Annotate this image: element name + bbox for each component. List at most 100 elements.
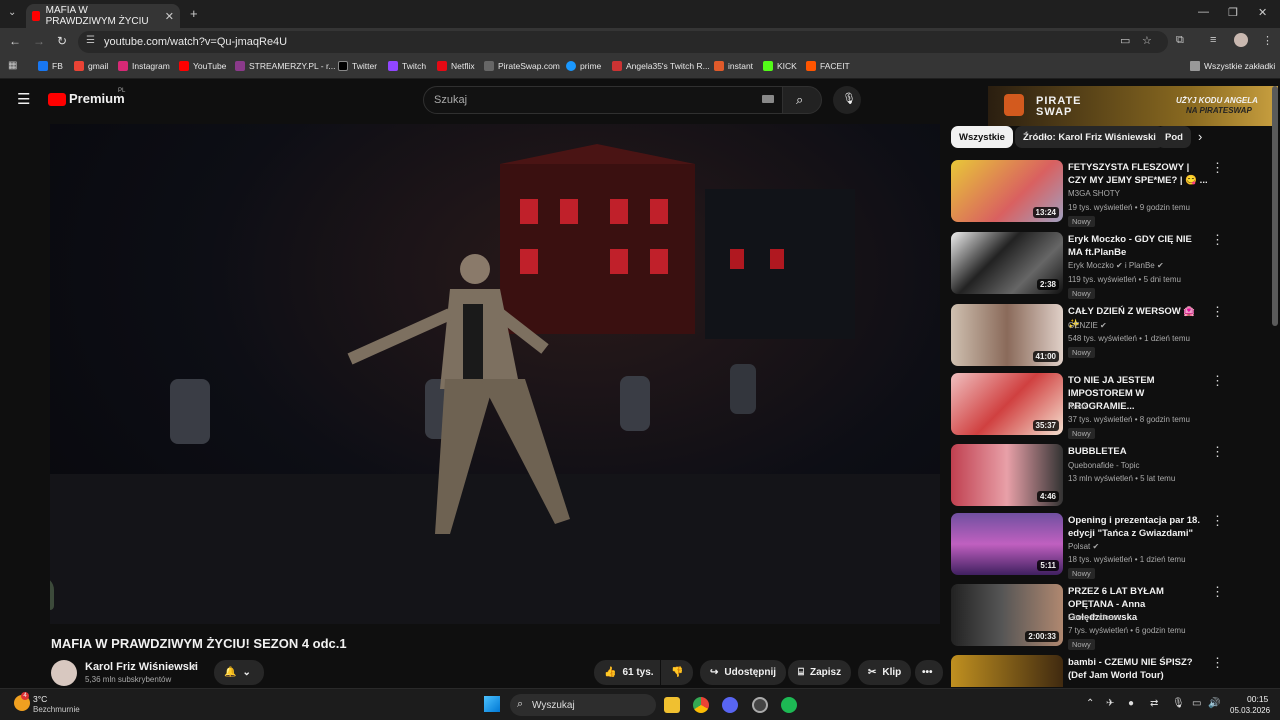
volume-icon[interactable]: 🔊 [1208,698,1220,709]
rec-title[interactable]: bambi - CZEMU NIE ŚPISZ? (Def Jam World … [1068,656,1208,682]
video-thumbnail[interactable]: 5:11 [951,513,1063,575]
clock-time[interactable]: 00:15 [1247,694,1268,704]
premium-logo-text[interactable]: Premium [69,91,125,106]
rec-title[interactable]: Opening i prezentacja par 18. edycji "Ta… [1068,514,1208,540]
bookmark-kick[interactable]: KICK [763,61,797,71]
channel-name[interactable]: Karol Friz Wiśniewski [85,661,198,673]
address-bar[interactable]: ☰ youtube.com/watch?v=Qu-jmaqRe4U ▭ ☆ [78,31,1168,53]
bookmark-gmail[interactable]: gmail [74,61,108,71]
tray-icon-3[interactable]: ⇄ [1150,698,1158,709]
bookmark-netflix[interactable]: Netflix [437,61,475,71]
rec-channel[interactable]: Quebonafide - Topic [1068,461,1139,470]
video-player[interactable]: 12 [50,124,940,624]
recommendation-card[interactable]: 41:00 CAŁY DZIEŃ Z WERSOW 🏩 ✨ GENZIE ✔ 5… [951,304,1271,368]
more-actions-button[interactable]: ••• [915,660,943,685]
bookmark-fb[interactable]: FB [38,61,63,71]
page-scrollbar[interactable] [1272,86,1278,326]
chrome-icon[interactable] [693,697,709,713]
back-icon[interactable]: ← [9,34,21,48]
rec-title[interactable]: Eryk Moczko - GDY CIĘ NIE MA ft.PlanBe [1068,233,1208,259]
menu-dots-icon[interactable]: ⋮ [1262,34,1273,47]
all-bookmarks-folder[interactable]: Wszystkie zakładki [1190,61,1275,71]
microphone-tray-icon[interactable]: 🎙 [1172,698,1185,709]
cast-icon[interactable]: ▭ [1120,34,1130,47]
window-close-icon[interactable]: ✕ [1258,6,1267,19]
clip-button[interactable]: ✂ Klip [858,660,912,685]
bookmark-streamerzy[interactable]: STREAMERZY.PL - r... [235,61,335,71]
rec-menu-icon[interactable]: ⋮ [1211,373,1224,389]
bookmark-prime[interactable]: prime [566,61,601,71]
tray-chevron-icon[interactable]: ⌃ [1086,698,1094,709]
profile-avatar[interactable] [1234,33,1248,47]
extensions-icon[interactable]: ⧉ [1176,34,1184,47]
bookmark-instagram[interactable]: Instagram [118,61,170,71]
rec-channel[interactable]: M3GA SHOTY [1068,189,1120,198]
site-info-icon[interactable]: ☰ [86,35,95,46]
save-button[interactable]: ⌸ Zapisz [788,660,852,685]
weather-temp[interactable]: 3°C [33,694,47,704]
rec-channel[interactable]: Eryk Moczko ✔ i PlanBe ✔ [1068,261,1164,270]
recommendation-card[interactable]: 35:37 TO NIE JA JESTEM IMPOSTOREM W PROG… [951,373,1271,439]
reload-icon[interactable]: ↻ [57,34,67,48]
rec-menu-icon[interactable]: ⋮ [1211,513,1224,529]
rec-menu-icon[interactable]: ⋮ [1211,655,1224,671]
rec-title[interactable]: FETYSZYSTA FLESZOWY | CZY MY JEMY SPE*ME… [1068,161,1208,187]
network-icon[interactable]: ▭ [1192,698,1201,709]
video-thumbnail[interactable]: 2:38 [951,232,1063,294]
voice-search-button[interactable]: 🎙 [833,86,861,114]
close-tab-icon[interactable]: ✕ [165,10,174,23]
rec-menu-icon[interactable]: ⋮ [1211,304,1224,320]
maximize-icon[interactable]: ❐ [1228,6,1238,19]
bookmark-youtube[interactable]: YouTube [179,61,226,71]
recommendation-card[interactable]: 13:24 FETYSZYSTA FLESZOWY | CZY MY JEMY … [951,160,1271,227]
bookmark-pirateswap[interactable]: PirateSwap.com [484,61,560,71]
chips-next-icon[interactable]: › [1198,129,1202,144]
bookmark-instant[interactable]: instant [714,61,753,71]
rec-channel[interactable]: Fomo Podcast. [1068,613,1122,622]
chip-podcasts[interactable]: Pod [1157,126,1191,148]
tray-icon-1[interactable]: ✈ [1106,698,1114,709]
bookmark-twitch[interactable]: Twitch [388,61,426,71]
hamburger-menu-icon[interactable]: ☰ [17,90,30,108]
channel-avatar[interactable] [51,660,77,686]
tray-icon-2[interactable]: ● [1128,698,1134,709]
like-button[interactable]: 👍 61 tys. [594,660,660,685]
recommendation-card[interactable]: 4:46 BUBBLETEA Quebonafide - Topic 13 ml… [951,444,1271,508]
bookmark-faceit[interactable]: FACEIT [806,61,850,71]
file-explorer-icon[interactable] [664,697,680,713]
recommendation-card[interactable]: 5:11 Opening i prezentacja par 18. edycj… [951,513,1271,579]
rec-title[interactable]: TO NIE JA JESTEM IMPOSTOREM W PROGRAMIE.… [1068,374,1208,413]
rec-menu-icon[interactable]: ⋮ [1211,584,1224,600]
dislike-button[interactable]: 👎 [661,660,693,685]
discord-icon[interactable] [722,697,738,713]
chip-source-channel[interactable]: Źródło: Karol Friz Wiśniewski [1015,126,1164,148]
video-thumbnail[interactable] [951,655,1063,687]
rec-channel[interactable]: Kasix [1068,402,1088,411]
video-thumbnail[interactable]: 4:46 [951,444,1063,506]
bookmark-angela-twitch[interactable]: Angela35's Twitch R... [612,61,710,71]
keyboard-icon[interactable] [762,95,774,103]
apps-grid-icon[interactable]: ▦ [8,60,17,71]
video-thumbnail[interactable]: 41:00 [951,304,1063,366]
youtube-logo-icon[interactable] [48,93,66,106]
taskbar-search[interactable]: ⌕ Wyszukaj [510,694,656,716]
clock-date[interactable]: 05.03.2026 [1230,706,1270,715]
bookmark-twitter[interactable]: Twitter [338,61,377,71]
rec-title[interactable]: BUBBLETEA [1068,445,1208,458]
new-tab-icon[interactable]: + [190,6,198,21]
rec-menu-icon[interactable]: ⋮ [1211,160,1224,176]
bookmark-star-icon[interactable]: ☆ [1142,34,1152,47]
chip-all[interactable]: Wszystkie [951,126,1013,148]
recommendation-card[interactable]: bambi - CZEMU NIE ŚPISZ? (Def Jam World … [951,655,1271,687]
app-icon[interactable] [752,697,768,713]
windows-start-icon[interactable] [484,696,500,712]
browser-tab[interactable]: MAFIA W PRAWDZIWYM ŻYCIU ✕ [26,4,180,28]
notification-bell-button[interactable]: 🔔 ⌄ [214,660,264,685]
video-thumbnail[interactable]: 35:37 [951,373,1063,435]
rec-menu-icon[interactable]: ⋮ [1211,232,1224,248]
rec-channel[interactable]: Polsat ✔ [1068,542,1099,551]
rec-menu-icon[interactable]: ⋮ [1211,444,1224,460]
search-button[interactable]: ⌕ [782,86,822,114]
share-button[interactable]: ↪ Udostępnij [700,660,787,685]
rec-channel[interactable]: GENZIE ✔ [1068,321,1107,330]
